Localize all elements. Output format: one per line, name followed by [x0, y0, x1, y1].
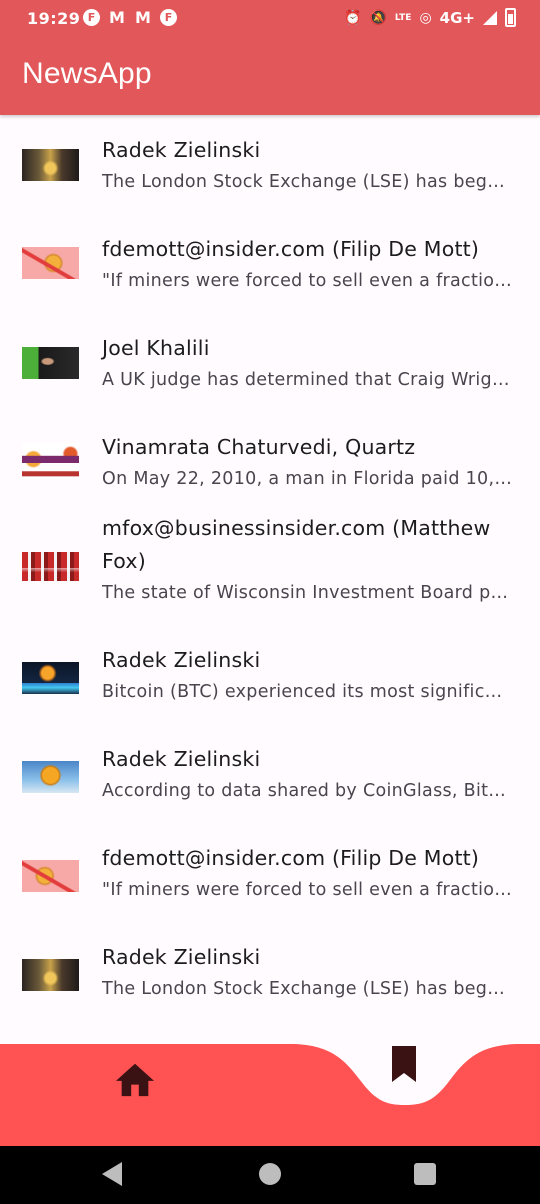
screen: 19:29 F M M F ⏰ 🔕 LTE ◎ 4G+ NewsApp Rade… — [0, 0, 540, 1204]
article-description: A UK judge has determined that Craig Wri… — [102, 370, 512, 390]
article-description: On May 22, 2010, a man in Florida paid 1… — [102, 469, 512, 489]
list-item[interactable]: fdemott@insider.com (Filip De Mott) "If … — [0, 832, 540, 931]
stock-exchange-thumbnail — [22, 959, 79, 991]
article-list: Radek Zielinski The London Stock Exchang… — [0, 115, 540, 1031]
list-item[interactable]: fdemott@insider.com (Filip De Mott) "If … — [0, 214, 540, 313]
back-icon[interactable] — [102, 1162, 122, 1186]
article-description: The state of Wisconsin Investment Board … — [102, 583, 512, 603]
bottom-navigation-bar — [0, 1020, 540, 1146]
battery-icon — [505, 8, 516, 27]
person-portrait-thumbnail — [22, 347, 79, 379]
app-title: NewsApp — [22, 57, 152, 90]
flipboard-icon: F — [83, 9, 100, 26]
hotspot-icon: ◎ — [419, 9, 432, 26]
article-author: Radek Zielinski — [102, 648, 261, 672]
gmail-icon: M — [135, 8, 151, 27]
list-item[interactable]: Radek Zielinski The London Stock Exchang… — [0, 115, 540, 214]
bookmark-button[interactable] — [370, 1028, 438, 1096]
list-item[interactable]: Radek Zielinski Bitcoin (BTC) experience… — [0, 634, 540, 733]
home-button[interactable] — [112, 1058, 158, 1098]
bitcoin-down-thumbnail — [22, 860, 79, 892]
signal-icon — [483, 10, 497, 25]
article-author: Radek Zielinski — [102, 747, 261, 771]
bitcoin-down-thumbnail — [22, 247, 79, 279]
system-icons: ⏰ 🔕 LTE ◎ 4G+ — [344, 8, 516, 27]
article-description: The London Stock Exchange (LSE) has begu… — [102, 979, 512, 999]
mute-icon: 🔕 — [369, 9, 387, 26]
system-navigation-bar — [0, 1146, 540, 1204]
article-description: "If miners were forced to sell even a fr… — [102, 880, 512, 900]
nav-background — [0, 1044, 540, 1146]
article-author: Radek Zielinski — [102, 138, 261, 162]
pizza-day-thumbnail — [22, 443, 79, 479]
bitcoin-city-thumbnail — [22, 662, 79, 694]
article-author: Joel Khalili — [102, 336, 210, 360]
status-time: 19:29 — [27, 9, 81, 28]
article-description: Bitcoin (BTC) experienced its most signi… — [102, 682, 512, 702]
lte-label: LTE — [394, 12, 412, 23]
article-author: Radek Zielinski — [102, 945, 261, 969]
alarm-icon: ⏰ — [344, 9, 362, 26]
article-author: fdemott@insider.com (Filip De Mott) — [102, 846, 480, 870]
article-description: The London Stock Exchange (LSE) has begu… — [102, 172, 512, 192]
home-circle-icon[interactable] — [259, 1163, 281, 1185]
network-type: 4G+ — [439, 8, 475, 27]
list-item[interactable]: Vinamrata Chaturvedi, Quartz On May 22, … — [0, 412, 540, 502]
recent-apps-icon[interactable] — [414, 1163, 436, 1185]
list-item[interactable]: Radek Zielinski The London Stock Exchang… — [0, 931, 540, 1031]
article-description: According to data shared by CoinGlass, B… — [102, 781, 512, 801]
bookmark-icon — [392, 1046, 416, 1082]
status-bar: 19:29 F M M F ⏰ 🔕 LTE ◎ 4G+ — [0, 0, 540, 38]
stadium-thumbnail — [22, 552, 79, 581]
list-item[interactable]: Radek Zielinski According to data shared… — [0, 733, 540, 832]
notification-icons: F M M F — [83, 8, 177, 27]
gmail-icon: M — [109, 8, 125, 27]
article-author: Vinamrata Chaturvedi, Quartz — [102, 435, 416, 459]
article-author: fdemott@insider.com (Filip De Mott) — [102, 237, 480, 261]
flipboard-icon: F — [160, 9, 177, 26]
article-description: "If miners were forced to sell even a fr… — [102, 271, 512, 291]
bitcoin-sky-thumbnail — [22, 761, 79, 793]
app-header: 19:29 F M M F ⏰ 🔕 LTE ◎ 4G+ NewsApp — [0, 0, 540, 115]
article-author: mfox@businessinsider.com (Matthew Fox) — [102, 516, 491, 573]
list-item[interactable]: Joel Khalili A UK judge has determined t… — [0, 313, 540, 412]
list-item[interactable]: mfox@businessinsider.com (Matthew Fox) T… — [0, 502, 540, 634]
stock-exchange-thumbnail — [22, 149, 79, 181]
home-icon — [115, 1063, 155, 1097]
